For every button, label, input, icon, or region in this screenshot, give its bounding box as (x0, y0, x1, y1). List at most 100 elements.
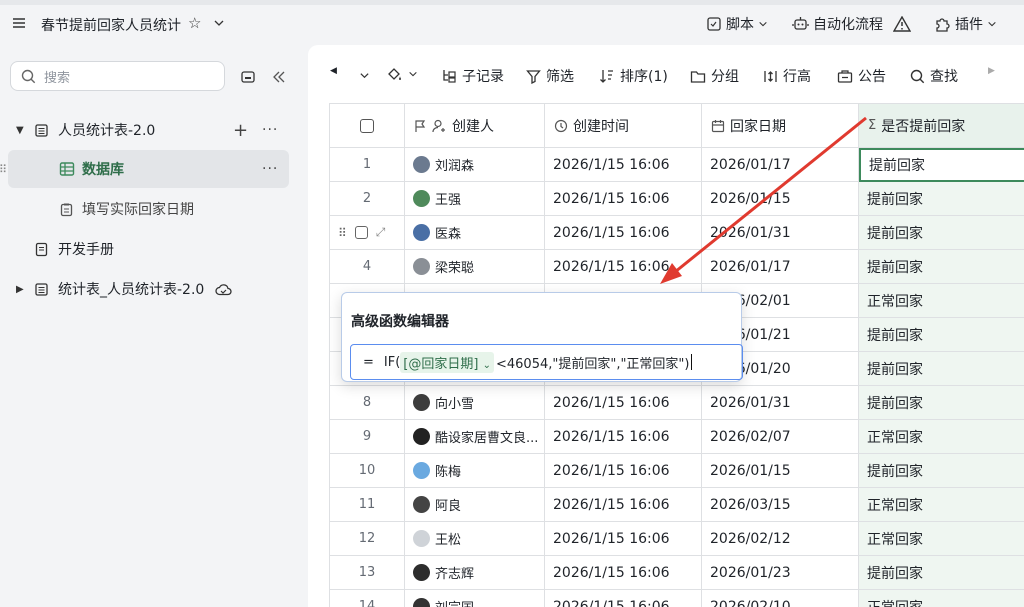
created-time-cell[interactable]: 2026/1/15 16:06 (545, 420, 702, 454)
sidebar-item-fill-date-form[interactable]: 填写实际回家日期 (0, 190, 303, 228)
column-header-creator[interactable]: 创建人 (405, 104, 545, 148)
creator-cell[interactable]: 刘宗国 (405, 590, 545, 607)
advanced-formula-editor[interactable]: 高级函数编辑器 = IF( [@回家日期] ⌄ <46054,"提前回家","正… (341, 292, 743, 382)
star-icon[interactable]: ☆ (188, 14, 201, 32)
home-date-cell[interactable]: 2026/01/31 (702, 216, 859, 250)
creator-cell[interactable]: 向小雪 (405, 386, 545, 420)
early-home-cell[interactable]: 正常回家 (859, 522, 1024, 556)
sidebar-item-stats-table[interactable]: ▶ 统计表_人员统计表-2.0 (0, 270, 303, 308)
created-time-cell[interactable]: 2026/1/15 16:06 (545, 250, 702, 284)
created-time-cell[interactable]: 2026/1/15 16:06 (545, 522, 702, 556)
creator-cell[interactable]: 齐志辉 (405, 556, 545, 590)
find-button[interactable]: 查找 (910, 66, 958, 86)
caret-left-icon[interactable]: ◀ (330, 66, 337, 76)
home-date-cell[interactable]: 2026/01/15 (702, 182, 859, 216)
document-title[interactable]: 春节提前回家人员统计 (41, 15, 181, 35)
chevron-down-icon[interactable] (213, 17, 225, 29)
filter-button[interactable]: 筛选 (526, 66, 574, 86)
row-height-button[interactable]: 行高 (763, 66, 811, 86)
early-home-cell[interactable]: 提前回家 (859, 250, 1024, 284)
select-all-checkbox[interactable] (360, 118, 374, 133)
drag-handle-icon[interactable]: ⠿ (0, 163, 7, 176)
caret-down-icon[interactable]: ▼ (16, 125, 24, 136)
creator-cell[interactable]: 阿良 (405, 488, 545, 522)
chevron-down-icon[interactable] (359, 70, 370, 81)
row-checkbox[interactable] (354, 226, 368, 239)
row-number-cell[interactable]: 11 (330, 488, 405, 522)
caret-right-icon[interactable]: ▶ (16, 284, 24, 295)
early-home-cell[interactable]: 提前回家 (859, 182, 1024, 216)
early-home-cell[interactable]: 提前回家 (859, 386, 1024, 420)
sidebar-item-dev-manual[interactable]: 开发手册 (0, 230, 303, 268)
created-time-cell[interactable]: 2026/1/15 16:06 (545, 590, 702, 607)
home-date-cell[interactable]: 2026/02/12 (702, 522, 859, 556)
early-home-cell[interactable]: 正常回家 (859, 590, 1024, 607)
collapse-panel-icon[interactable] (240, 69, 256, 85)
sidebar-item-personnel-table[interactable]: ▼ 人员统计表-2.0 + ··· (0, 111, 303, 149)
column-header-created-time[interactable]: 创建时间 (545, 104, 702, 148)
created-time-cell[interactable]: 2026/1/15 16:06 (545, 216, 702, 250)
more-icon[interactable]: ··· (262, 122, 278, 138)
row-number-cell[interactable]: 13 (330, 556, 405, 590)
group-button[interactable]: 分组 (690, 66, 739, 86)
plugins-button[interactable]: 插件 (934, 14, 997, 34)
row-number-cell[interactable]: 1 (330, 148, 405, 182)
early-home-cell[interactable]: 正常回家 (859, 420, 1024, 454)
created-time-cell[interactable]: 2026/1/15 16:06 (545, 182, 702, 216)
home-date-cell[interactable]: 2026/01/17 (702, 250, 859, 284)
creator-cell[interactable]: 梁荣聪 (405, 250, 545, 284)
automation-button[interactable]: 自动化流程 (792, 14, 911, 34)
home-date-cell[interactable]: 2026/01/23 (702, 556, 859, 590)
home-date-cell[interactable]: 2026/01/31 (702, 386, 859, 420)
sort-button[interactable]: 排序(1) (599, 66, 668, 86)
search-input[interactable]: 搜索 (10, 61, 225, 91)
row-number-cell[interactable]: 8 (330, 386, 405, 420)
home-date-cell[interactable]: 2026/02/10 (702, 590, 859, 607)
creator-cell[interactable]: 医森 (405, 216, 545, 250)
creator-cell[interactable]: 酷设家居曹文良... (405, 420, 545, 454)
hamburger-menu-icon[interactable] (10, 14, 28, 32)
home-date-cell[interactable]: 2026/02/07 (702, 420, 859, 454)
home-date-cell[interactable]: 2026/01/15 (702, 454, 859, 488)
early-home-cell[interactable]: 提前回家 (859, 148, 1024, 182)
caret-right-icon[interactable]: ▶ (988, 66, 995, 76)
more-icon[interactable]: ··· (262, 161, 278, 177)
expand-record-icon[interactable]: ⤢ (376, 225, 386, 240)
formula-input[interactable]: = IF( [@回家日期] ⌄ <46054,"提前回家","正常回家") (350, 344, 743, 380)
creator-cell[interactable]: 王强 (405, 182, 545, 216)
creator-cell[interactable]: 刘润森 (405, 148, 545, 182)
created-time-cell[interactable]: 2026/1/15 16:06 (545, 454, 702, 488)
fill-color-button[interactable] (386, 66, 418, 82)
row-number-cell[interactable]: 4 (330, 250, 405, 284)
home-date-cell[interactable]: 2026/01/17 (702, 148, 859, 182)
early-home-cell[interactable]: 提前回家 (859, 352, 1024, 386)
double-chevron-left-icon[interactable] (271, 69, 287, 85)
row-number-cell[interactable]: ⠿ ⤢ (330, 216, 405, 250)
row-number-cell[interactable]: 12 (330, 522, 405, 556)
creator-cell[interactable]: 王松 (405, 522, 545, 556)
row-number-cell[interactable]: 10 (330, 454, 405, 488)
add-icon[interactable]: + (233, 120, 248, 141)
created-time-cell[interactable]: 2026/1/15 16:06 (545, 556, 702, 590)
created-time-cell[interactable]: 2026/1/15 16:06 (545, 386, 702, 420)
row-number-cell[interactable]: 2 (330, 182, 405, 216)
drag-handle-icon[interactable]: ⠿ (338, 226, 347, 240)
formula-field-token[interactable]: [@回家日期] ⌄ (400, 351, 494, 373)
early-home-cell[interactable]: 提前回家 (859, 454, 1024, 488)
row-number-cell[interactable]: 9 (330, 420, 405, 454)
home-date-cell[interactable]: 2026/03/15 (702, 488, 859, 522)
early-home-cell[interactable]: 提前回家 (859, 318, 1024, 352)
column-header-early-home[interactable]: Σ 是否提前回家 (859, 104, 1024, 148)
early-home-cell[interactable]: 正常回家 (859, 488, 1024, 522)
subrecord-button[interactable]: 子记录 (441, 66, 504, 86)
creator-cell[interactable]: 陈梅 (405, 454, 545, 488)
sidebar-item-database[interactable]: ⠿ 数据库 ··· (0, 150, 289, 188)
early-home-cell[interactable]: 提前回家 (859, 216, 1024, 250)
created-time-cell[interactable]: 2026/1/15 16:06 (545, 148, 702, 182)
script-button[interactable]: 脚本 (706, 14, 768, 34)
early-home-cell[interactable]: 提前回家 (859, 556, 1024, 590)
column-header-home-date[interactable]: 回家日期 (702, 104, 859, 148)
row-number-cell[interactable]: 14 (330, 590, 405, 607)
notice-button[interactable]: 公告 (837, 66, 886, 86)
created-time-cell[interactable]: 2026/1/15 16:06 (545, 488, 702, 522)
